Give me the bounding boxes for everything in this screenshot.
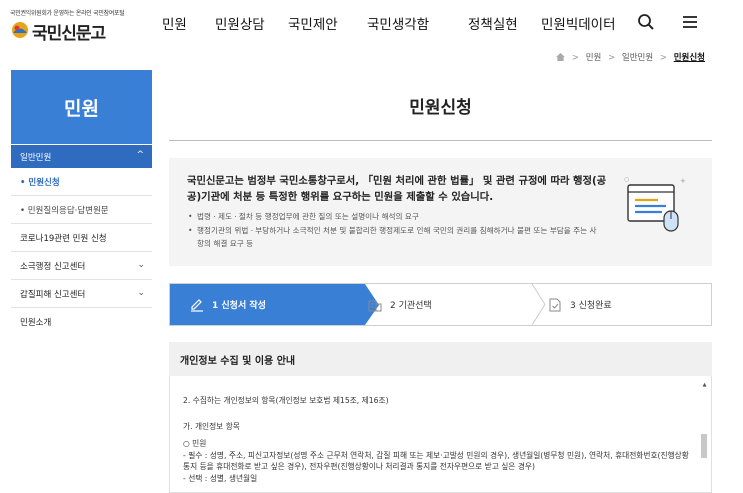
document-illustration-icon: + ○ — [624, 176, 686, 232]
sidebar-group-general[interactable]: 일반민원 ^ — [11, 145, 152, 168]
chevron-down-icon: ⌄ — [137, 260, 145, 270]
building-icon — [368, 300, 382, 311]
site-header: 국민권익위원회가 운영하는 온라인 국민참여포털 국민신문고 민원 민원상담 국… — [0, 0, 743, 46]
privacy-section-title: 개인정보 수집 및 이용 안내 — [169, 342, 712, 376]
sidebar-subitem-apply[interactable]: • 민원신청 — [11, 168, 152, 196]
svg-text:+: + — [680, 177, 686, 185]
svg-text:○: ○ — [624, 176, 629, 183]
step-label: 3 신청완료 — [570, 301, 612, 311]
terms-required: - 필수 : 성명, 주소, 피신고자정보(성명 주소 근무처 연락처, 갑질 … — [183, 450, 689, 472]
nav-item-policy[interactable]: 정책실현 — [468, 13, 518, 33]
nav-item-complaint[interactable]: 민원 — [162, 13, 187, 33]
search-icon[interactable] — [636, 12, 656, 32]
breadcrumb-bar: > 민원 > 일반민원 > 민원신청 — [0, 46, 743, 68]
terms-item: ○ 민원 — [183, 439, 207, 448]
intro-lead: 국민신문고는 범정부 국민소통창구로서, 「민원 처리에 관한 법률」 및 관련… — [187, 175, 607, 203]
step-complete: 3 신청완료 — [548, 284, 708, 325]
sidebar: 민원 일반민원 ^ • 민원신청 • 민원질의응답·답변원문 코로나19관련 민… — [11, 70, 152, 336]
privacy-terms-text: 2. 수집하는 개인정보의 항목(개인정보 보호법 제15조, 제16조) 가.… — [183, 395, 693, 484]
terms-subheading: 가. 개인정보 항목 — [183, 421, 240, 431]
sidebar-item-abuse[interactable]: 갑질피해 신고센터 ⌄ — [11, 280, 152, 308]
breadcrumb-item-complaint[interactable]: 민원 — [586, 53, 602, 63]
sidebar-item-label: 코로나19관련 민원 신청 — [20, 233, 107, 244]
chevron-down-icon: ⌄ — [137, 288, 145, 298]
sidebar-item-covid[interactable]: 코로나19관련 민원 신청 — [11, 224, 152, 252]
step-select-agency: 2 기관선택 — [368, 284, 538, 325]
breadcrumb-item-general[interactable]: 일반민원 — [622, 53, 653, 63]
scrollbar-thumb[interactable] — [701, 434, 707, 458]
breadcrumb: > 민원 > 일반민원 > 민원신청 — [556, 51, 705, 63]
step-label: 1 신청서 작성 — [212, 301, 266, 311]
intro-bullet: 행정기관의 위법ㆍ부당하거나 소극적인 처분 및 불합리한 행정제도로 인해 국… — [187, 224, 602, 250]
site-logo[interactable]: 국민권익위원회가 운영하는 온라인 국민참여포털 국민신문고 — [10, 8, 160, 44]
pencil-icon — [191, 298, 203, 312]
intro-bullet: 법령ㆍ제도ㆍ절차 등 행정업무에 관한 질의 또는 설명이나 해석의 요구 — [187, 210, 602, 223]
sidebar-title: 민원 — [11, 70, 152, 144]
home-icon[interactable] — [556, 53, 566, 61]
step-label: 2 기관선택 — [390, 301, 432, 311]
scroll-up-icon[interactable]: ▲ — [701, 382, 708, 388]
nav-item-opinion[interactable]: 국민생각함 — [367, 13, 429, 33]
terms-optional: - 선택 : 성별, 생년월일 — [183, 473, 258, 483]
logo-tagline: 국민권익위원회가 운영하는 온라인 국민참여포털 — [10, 10, 125, 17]
logo-name: 국민신문고 — [32, 24, 106, 44]
step-indicator: 1 신청서 작성 2 기관선택 3 신청완료 — [169, 283, 712, 326]
sidebar-group-label: 일반민원 — [20, 152, 52, 163]
nav-item-proposal[interactable]: 국민제안 — [288, 13, 338, 33]
step-divider — [532, 284, 546, 325]
sidebar-item-label: 소극행정 신고센터 — [20, 261, 86, 272]
chevron-up-icon: ^ — [136, 150, 144, 160]
sidebar-item-passive-admin[interactable]: 소극행정 신고센터 ⌄ — [11, 252, 152, 280]
title-divider — [169, 140, 712, 141]
sidebar-item-intro[interactable]: 민원소개 — [11, 308, 152, 336]
terms-heading: 2. 수집하는 개인정보의 항목(개인정보 보호법 제15조, 제16조) — [183, 396, 389, 405]
logo-mark-icon — [12, 22, 28, 38]
step-write-form: 1 신청서 작성 — [170, 284, 379, 325]
nav-item-bigdata[interactable]: 민원빅데이터 — [541, 13, 616, 33]
page-title: 민원신청 — [409, 98, 472, 118]
intro-box: 국민신문고는 범정부 국민소통창구로서, 「민원 처리에 관한 법률」 및 관련… — [169, 158, 712, 266]
sidebar-item-label: 민원소개 — [20, 318, 52, 328]
sidebar-subitem-qna[interactable]: • 민원질의응답·답변원문 — [11, 196, 152, 224]
privacy-terms-box[interactable]: 2. 수집하는 개인정보의 항목(개인정보 보호법 제15조, 제16조) 가.… — [169, 376, 712, 493]
sidebar-item-label: 갑질피해 신고센터 — [20, 289, 86, 300]
scrollbar[interactable]: ▲ — [701, 382, 708, 490]
breadcrumb-current[interactable]: 민원신청 — [674, 53, 705, 63]
intro-list: 법령ㆍ제도ㆍ절차 등 행정업무에 관한 질의 또는 설명이나 해석의 요구 행정… — [187, 210, 602, 251]
nav-item-consult[interactable]: 민원상담 — [215, 13, 265, 33]
document-check-icon — [549, 298, 561, 311]
menu-icon[interactable] — [680, 12, 700, 32]
